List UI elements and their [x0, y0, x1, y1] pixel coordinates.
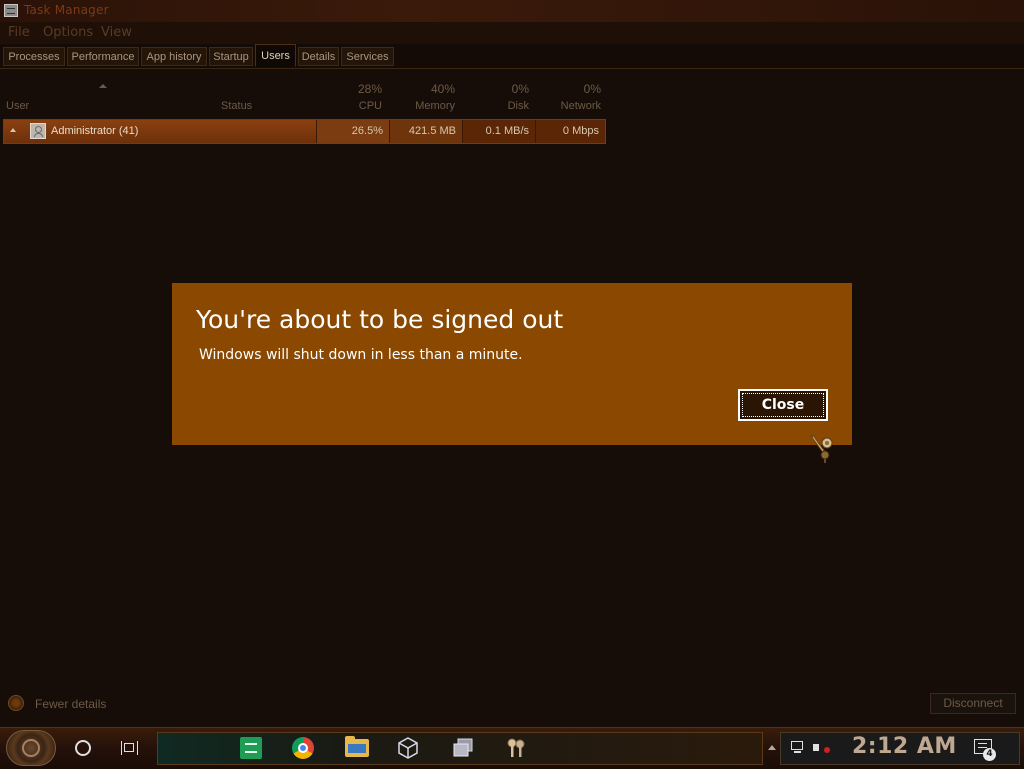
chrome-icon[interactable]	[292, 737, 314, 759]
cell-network: 0 Mbps	[535, 120, 605, 143]
column-header-network[interactable]: Network	[550, 100, 601, 112]
tab-performance[interactable]: Performance	[67, 47, 139, 66]
task-view-icon[interactable]	[121, 741, 138, 755]
taskbar-clock[interactable]: 2:12 AM	[852, 734, 957, 759]
volume-muted-icon[interactable]	[812, 740, 830, 756]
sort-ascending-icon	[99, 84, 107, 88]
table-row[interactable]: Administrator (41) 26.5% 421.5 MB 0.1 MB…	[3, 119, 606, 144]
column-header-memory[interactable]: Memory	[400, 100, 455, 112]
cell-memory: 421.5 MB	[389, 120, 462, 143]
tab-app-history[interactable]: App history	[141, 47, 207, 66]
sign-out-dialog: You're about to be signed out Windows wi…	[172, 283, 852, 445]
disk-total-pct: 0%	[511, 82, 529, 96]
column-header-cpu[interactable]: CPU	[330, 100, 382, 112]
mouse-cursor-icon	[809, 434, 833, 463]
task-manager-icon	[4, 4, 18, 17]
column-header-user[interactable]: User	[6, 100, 29, 112]
cell-disk: 0.1 MB/s	[462, 120, 535, 143]
virtualbox-icon[interactable]	[397, 737, 419, 759]
user-avatar-icon	[30, 123, 46, 139]
fewer-details-link[interactable]: Fewer details	[35, 697, 106, 711]
menu-options[interactable]: Options	[43, 25, 93, 40]
search-icon[interactable]	[75, 740, 91, 756]
tab-services[interactable]: Services	[341, 47, 394, 66]
notification-count-badge: 4	[983, 748, 996, 761]
menu-bar: File Options View	[0, 22, 1024, 44]
cpu-total-pct: 28%	[357, 82, 382, 96]
fewer-details-icon[interactable]	[8, 695, 24, 711]
keys-icon[interactable]	[505, 737, 527, 759]
menu-file[interactable]: File	[8, 25, 30, 40]
show-hidden-icons-chevron-icon[interactable]	[768, 745, 776, 750]
tab-processes[interactable]: Processes	[3, 47, 65, 66]
vmware-icon[interactable]	[452, 737, 474, 759]
column-header-disk[interactable]: Disk	[480, 100, 529, 112]
memory-total-pct: 40%	[430, 82, 455, 96]
tab-details[interactable]: Details	[298, 47, 339, 66]
dialog-message: Windows will shut down in less than a mi…	[199, 347, 523, 363]
sheets-icon[interactable]	[240, 737, 262, 759]
disconnect-button[interactable]: Disconnect	[930, 693, 1016, 714]
user-name: Administrator (41)	[51, 125, 139, 137]
title-bar: Task Manager	[0, 0, 1024, 22]
cell-cpu: 26.5%	[316, 120, 389, 143]
start-button[interactable]	[6, 730, 56, 766]
tab-bar: Processes Performance App history Startu…	[0, 44, 1024, 69]
expand-arrow-icon[interactable]	[10, 128, 16, 132]
tab-users[interactable]: Users	[255, 44, 296, 67]
network-total-pct: 0%	[583, 82, 601, 96]
file-explorer-icon[interactable]	[345, 736, 369, 757]
network-icon[interactable]	[789, 739, 807, 757]
menu-view[interactable]: View	[101, 25, 132, 40]
close-button[interactable]: Close	[738, 389, 828, 421]
dialog-title: You're about to be signed out	[196, 305, 564, 334]
tab-startup[interactable]: Startup	[209, 47, 253, 66]
window-title: Task Manager	[24, 3, 109, 17]
column-header-status[interactable]: Status	[221, 100, 252, 112]
